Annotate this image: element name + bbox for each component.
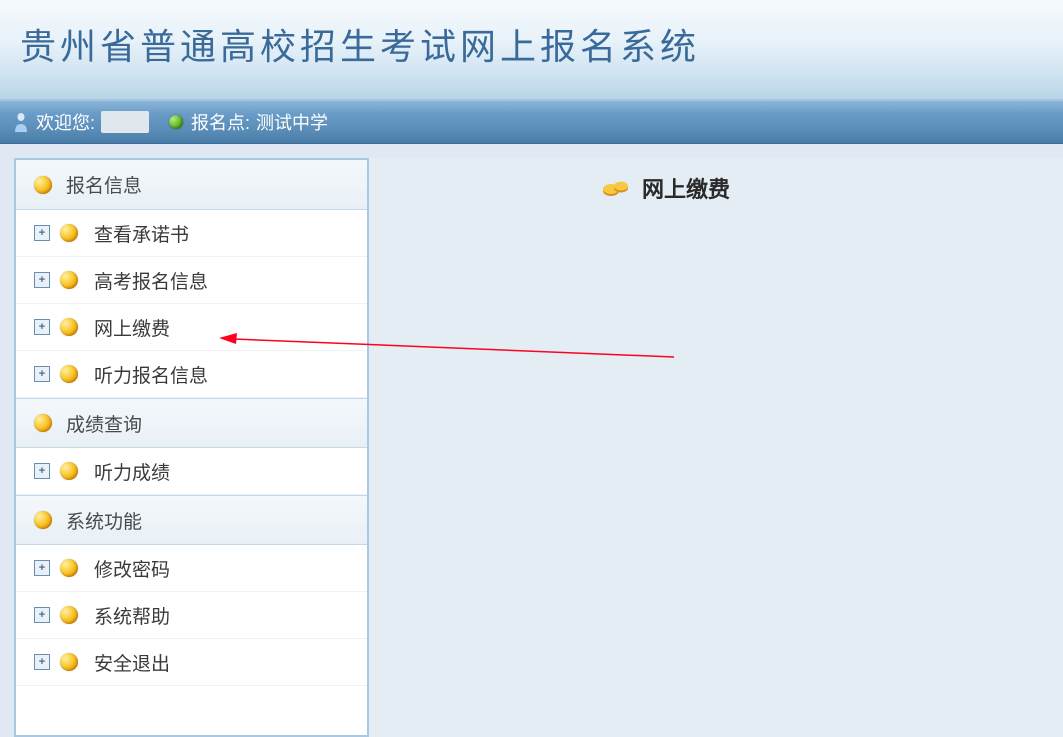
- expand-icon: +: [34, 463, 50, 479]
- bullet-icon: [60, 271, 78, 289]
- section-header-score: 成绩查询: [16, 398, 367, 448]
- section-title: 报名信息: [66, 171, 142, 198]
- bullet-icon: [34, 176, 52, 194]
- content-area: 报名信息 + 查看承诺书 + 高考报名信息 + 网上缴费 + 听力报名信息 成绩…: [0, 144, 1063, 737]
- bullet-icon: [60, 653, 78, 671]
- expand-icon: +: [34, 272, 50, 288]
- menu-item-label: 听力成绩: [94, 458, 170, 485]
- menu-item-listening-score[interactable]: + 听力成绩: [16, 448, 367, 495]
- app-title: 贵州省普通高校招生考试网上报名系统: [20, 18, 1063, 70]
- menu-item-system-help[interactable]: + 系统帮助: [16, 592, 367, 639]
- app-header: 贵州省普通高校招生考试网上报名系统: [0, 0, 1063, 100]
- expand-icon: +: [34, 225, 50, 241]
- menu-item-label: 系统帮助: [94, 602, 170, 629]
- panel-title: 网上缴费: [642, 172, 730, 204]
- site-value: 测试中学: [256, 109, 328, 135]
- menu-item-exam-registration[interactable]: + 高考报名信息: [16, 257, 367, 304]
- welcome-label: 欢迎您:: [36, 109, 95, 135]
- menu-item-logout[interactable]: + 安全退出: [16, 639, 367, 686]
- sidebar: 报名信息 + 查看承诺书 + 高考报名信息 + 网上缴费 + 听力报名信息 成绩…: [14, 158, 369, 737]
- bullet-icon: [60, 462, 78, 480]
- expand-icon: +: [34, 319, 50, 335]
- menu-item-change-password[interactable]: + 修改密码: [16, 545, 367, 592]
- menu-item-online-payment[interactable]: + 网上缴费: [16, 304, 367, 351]
- main-panel: 网上缴费: [369, 158, 1063, 737]
- bullet-icon: [60, 606, 78, 624]
- menu-item-label: 查看承诺书: [94, 220, 189, 247]
- section-title: 系统功能: [66, 507, 142, 534]
- coins-icon: [602, 178, 630, 198]
- section-title: 成绩查询: [66, 410, 142, 437]
- bullet-icon: [60, 224, 78, 242]
- menu-item-listening-registration[interactable]: + 听力报名信息: [16, 351, 367, 398]
- expand-icon: +: [34, 560, 50, 576]
- user-icon: [12, 111, 30, 133]
- user-value: [101, 111, 149, 133]
- bullet-icon: [60, 318, 78, 336]
- topbar: 欢迎您: 报名点: 测试中学: [0, 100, 1063, 144]
- section-header-system: 系统功能: [16, 495, 367, 545]
- expand-icon: +: [34, 607, 50, 623]
- status-dot-icon: [169, 115, 183, 129]
- menu-item-label: 网上缴费: [94, 314, 170, 341]
- expand-icon: +: [34, 366, 50, 382]
- bullet-icon: [34, 511, 52, 529]
- expand-icon: +: [34, 654, 50, 670]
- bullet-icon: [60, 365, 78, 383]
- menu-item-label: 高考报名信息: [94, 267, 208, 294]
- panel-header: 网上缴费: [269, 158, 1063, 218]
- site-label: 报名点:: [191, 109, 250, 135]
- menu-item-label: 安全退出: [94, 649, 170, 676]
- bullet-icon: [34, 414, 52, 432]
- menu-item-label: 修改密码: [94, 555, 170, 582]
- menu-item-label: 听力报名信息: [94, 361, 208, 388]
- bullet-icon: [60, 559, 78, 577]
